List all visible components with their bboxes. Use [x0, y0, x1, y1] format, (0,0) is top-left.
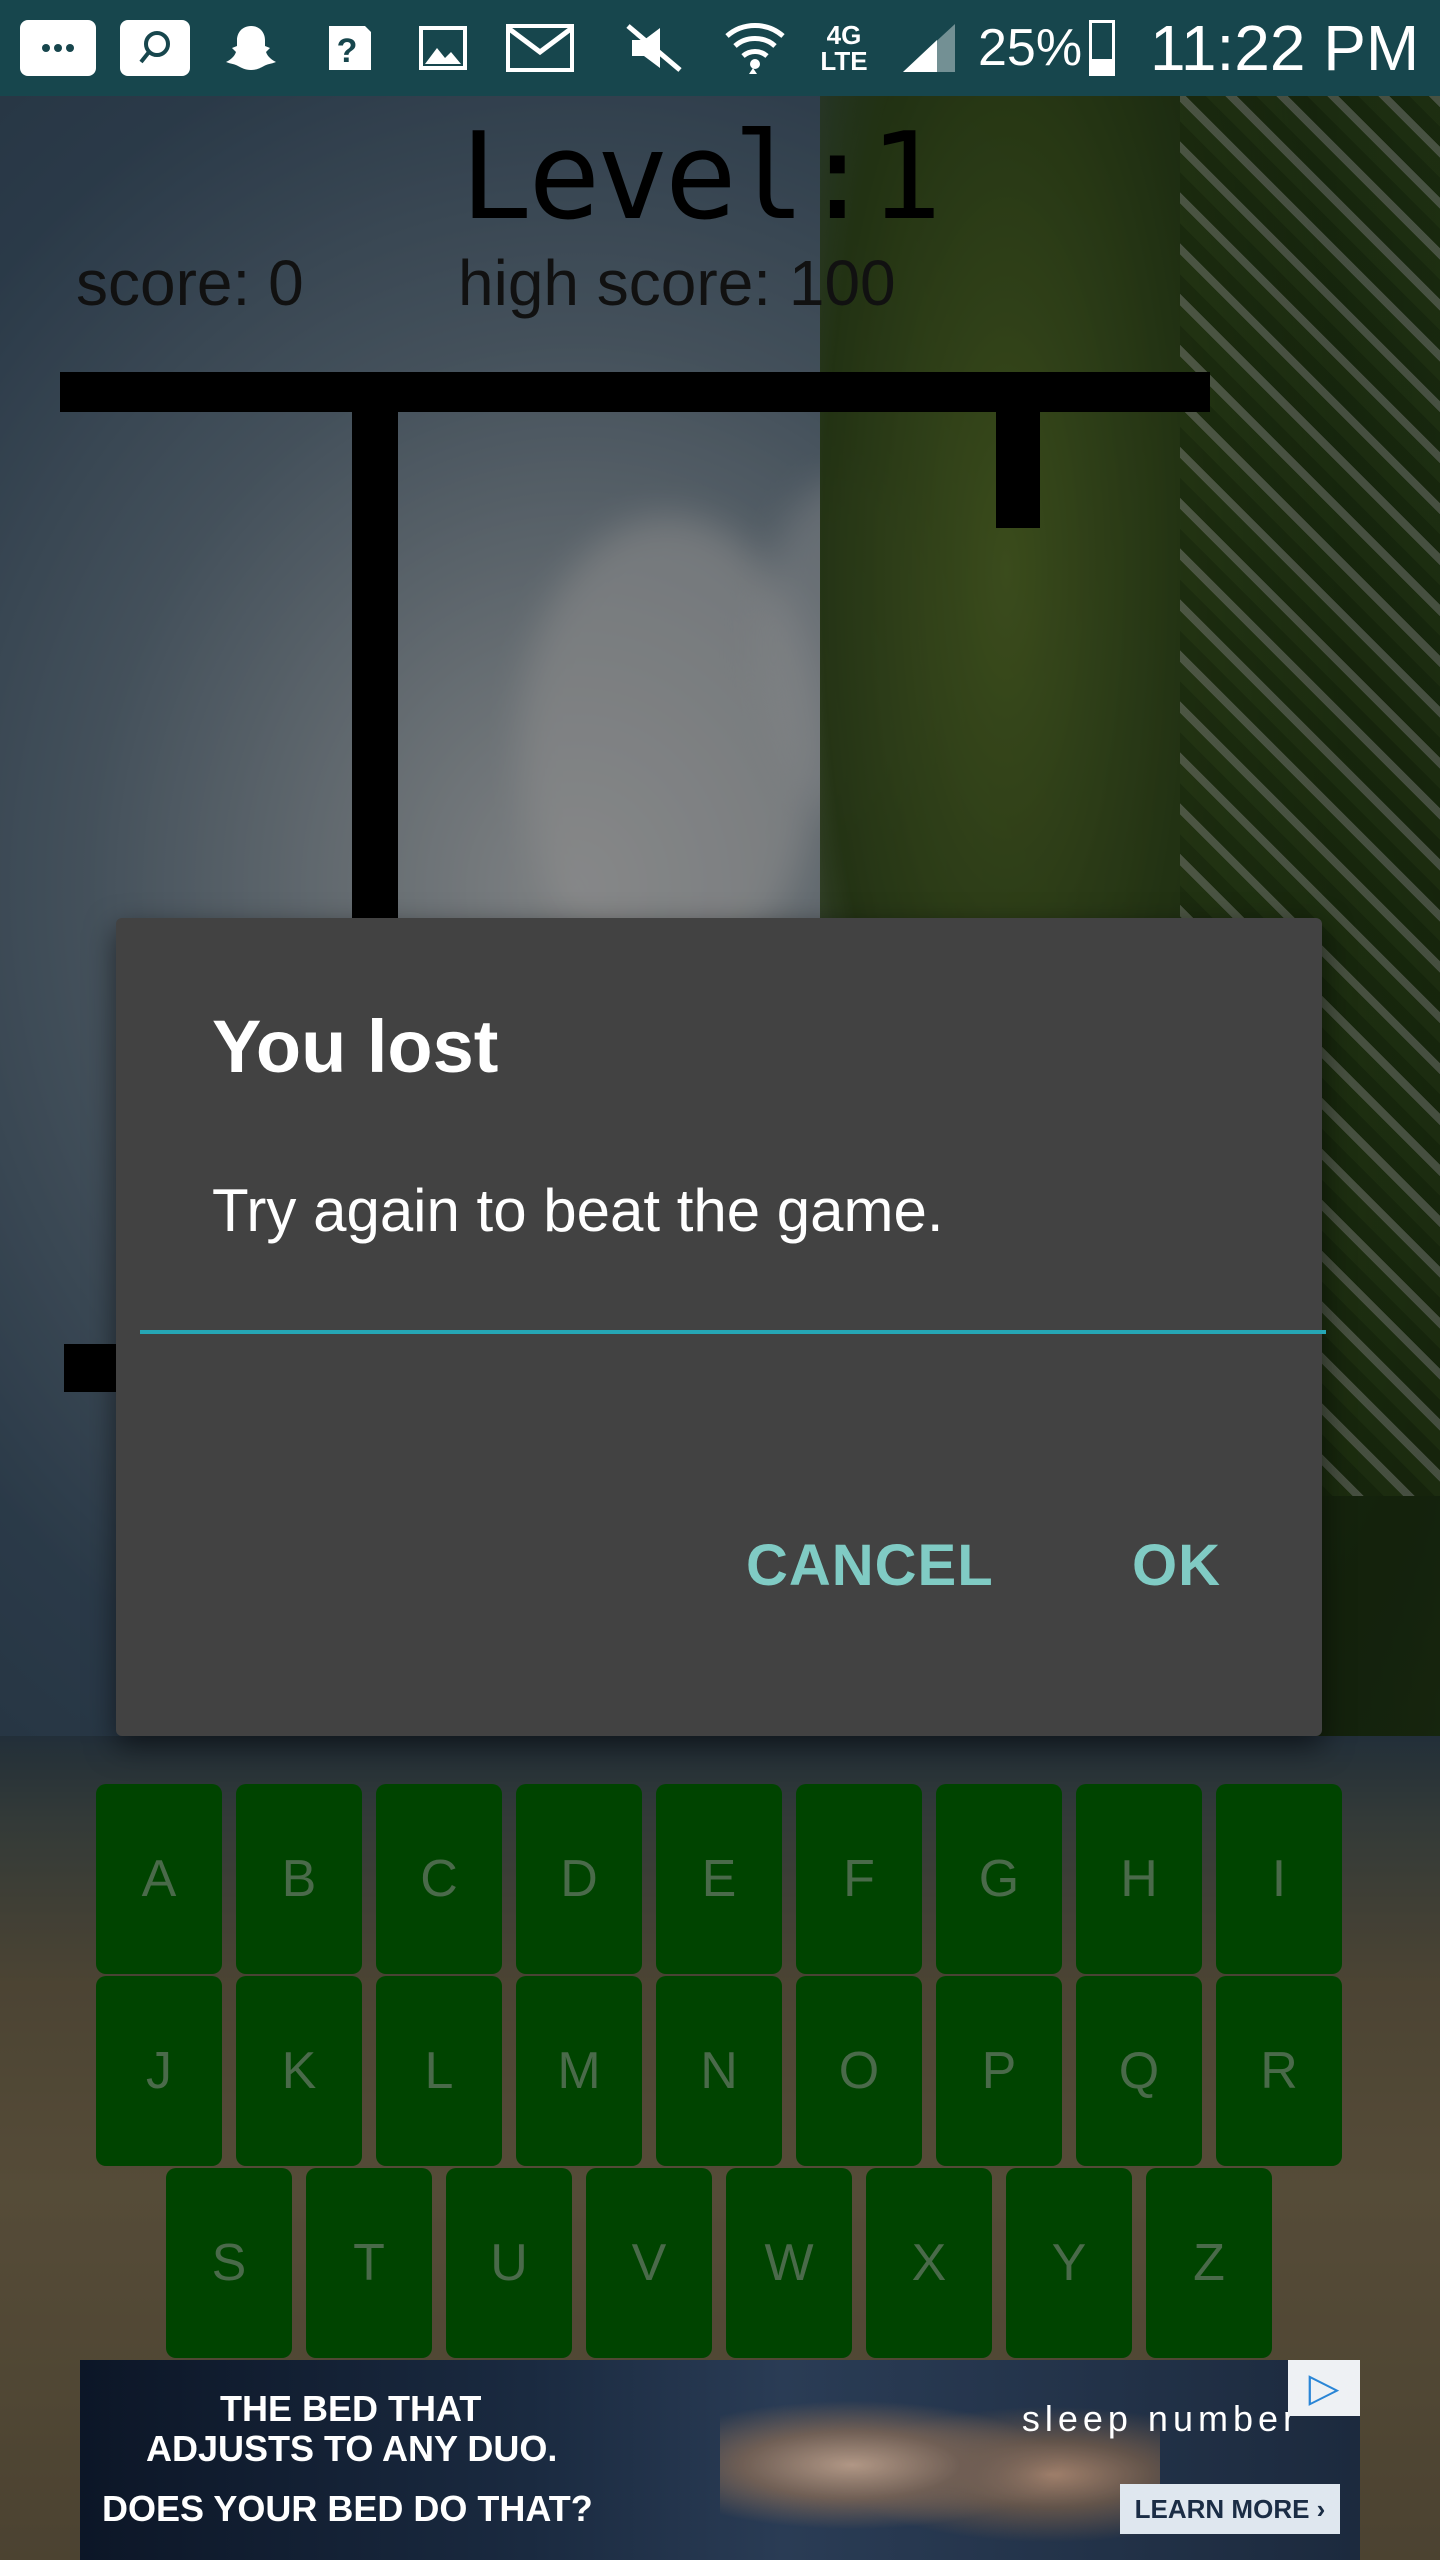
key-e[interactable]: E [656, 1784, 782, 1974]
key-w[interactable]: W [726, 2168, 852, 2358]
key-s[interactable]: S [166, 2168, 292, 2358]
key-f[interactable]: F [796, 1784, 922, 1974]
key-l[interactable]: L [376, 1976, 502, 2166]
key-c[interactable]: C [376, 1784, 502, 1974]
key-d[interactable]: D [516, 1784, 642, 1974]
ad-brand-logo: sleep number [1021, 2398, 1300, 2439]
gallery-icon [408, 20, 478, 76]
key-m[interactable]: M [516, 1976, 642, 2166]
key-j[interactable]: J [96, 1976, 222, 2166]
wifi-icon [720, 20, 790, 76]
cancel-button[interactable]: CANCEL [746, 1532, 994, 1599]
ad-banner[interactable]: THE BED THAT ADJUSTS TO ANY DUO. DOES YO… [80, 2360, 1360, 2560]
key-k[interactable]: K [236, 1976, 362, 2166]
adchoices-icon[interactable]: ▷ [1288, 2360, 1360, 2416]
battery-percent: 25% [978, 19, 1083, 77]
key-a[interactable]: A [96, 1784, 222, 1974]
signal-icon [894, 20, 964, 76]
key-i[interactable]: I [1216, 1784, 1342, 1974]
key-z[interactable]: Z [1146, 2168, 1272, 2358]
lte-icon: 4G LTE [820, 20, 868, 76]
snapchat-icon [216, 20, 286, 76]
svg-text:?: ? [337, 32, 358, 70]
key-x[interactable]: X [866, 2168, 992, 2358]
key-o[interactable]: O [796, 1976, 922, 2166]
ok-button[interactable]: OK [1132, 1532, 1221, 1599]
ad-learn-more-button[interactable]: LEARN MORE › [1120, 2484, 1340, 2534]
key-p[interactable]: P [936, 1976, 1062, 2166]
clock: 11:22 PM [1150, 12, 1420, 84]
key-r[interactable]: R [1216, 1976, 1342, 2166]
key-h[interactable]: H [1076, 1784, 1202, 1974]
lost-dialog: You lost Try again to beat the game. CAN… [116, 918, 1326, 1736]
dialog-message: Try again to beat the game. [212, 1177, 944, 1244]
gmail-icon [500, 20, 580, 76]
key-v[interactable]: V [586, 2168, 712, 2358]
dialog-input[interactable] [140, 1308, 1326, 1334]
gallows-beam [60, 372, 1210, 412]
ad-headline-2: ADJUSTS TO ANY DUO. [146, 2428, 558, 2469]
ad-headline-3: DOES YOUR BED DO THAT? [102, 2488, 593, 2529]
messages-icon [20, 20, 96, 76]
key-g[interactable]: G [936, 1784, 1062, 1974]
help-icon: ? [312, 20, 382, 76]
battery-icon [1082, 20, 1122, 76]
gallows-rope [996, 412, 1040, 528]
gallows-base [64, 1344, 120, 1392]
ad-headline-1: THE BED THAT [220, 2388, 482, 2429]
high-score-label: high score: 100 [458, 247, 896, 319]
key-b[interactable]: B [236, 1784, 362, 1974]
key-u[interactable]: U [446, 2168, 572, 2358]
gallows-post [352, 412, 398, 922]
dialog-title: You lost [212, 1005, 499, 1088]
level-label: Level:1 [460, 108, 942, 247]
key-t[interactable]: T [306, 2168, 432, 2358]
mute-icon [616, 20, 692, 76]
status-bar: ? 4G LTE 25% 11:22 PM [0, 0, 1440, 96]
key-y[interactable]: Y [1006, 2168, 1132, 2358]
key-n[interactable]: N [656, 1976, 782, 2166]
key-q[interactable]: Q [1076, 1976, 1202, 2166]
search-app-icon [120, 20, 190, 76]
score-label: score: 0 [76, 247, 304, 319]
